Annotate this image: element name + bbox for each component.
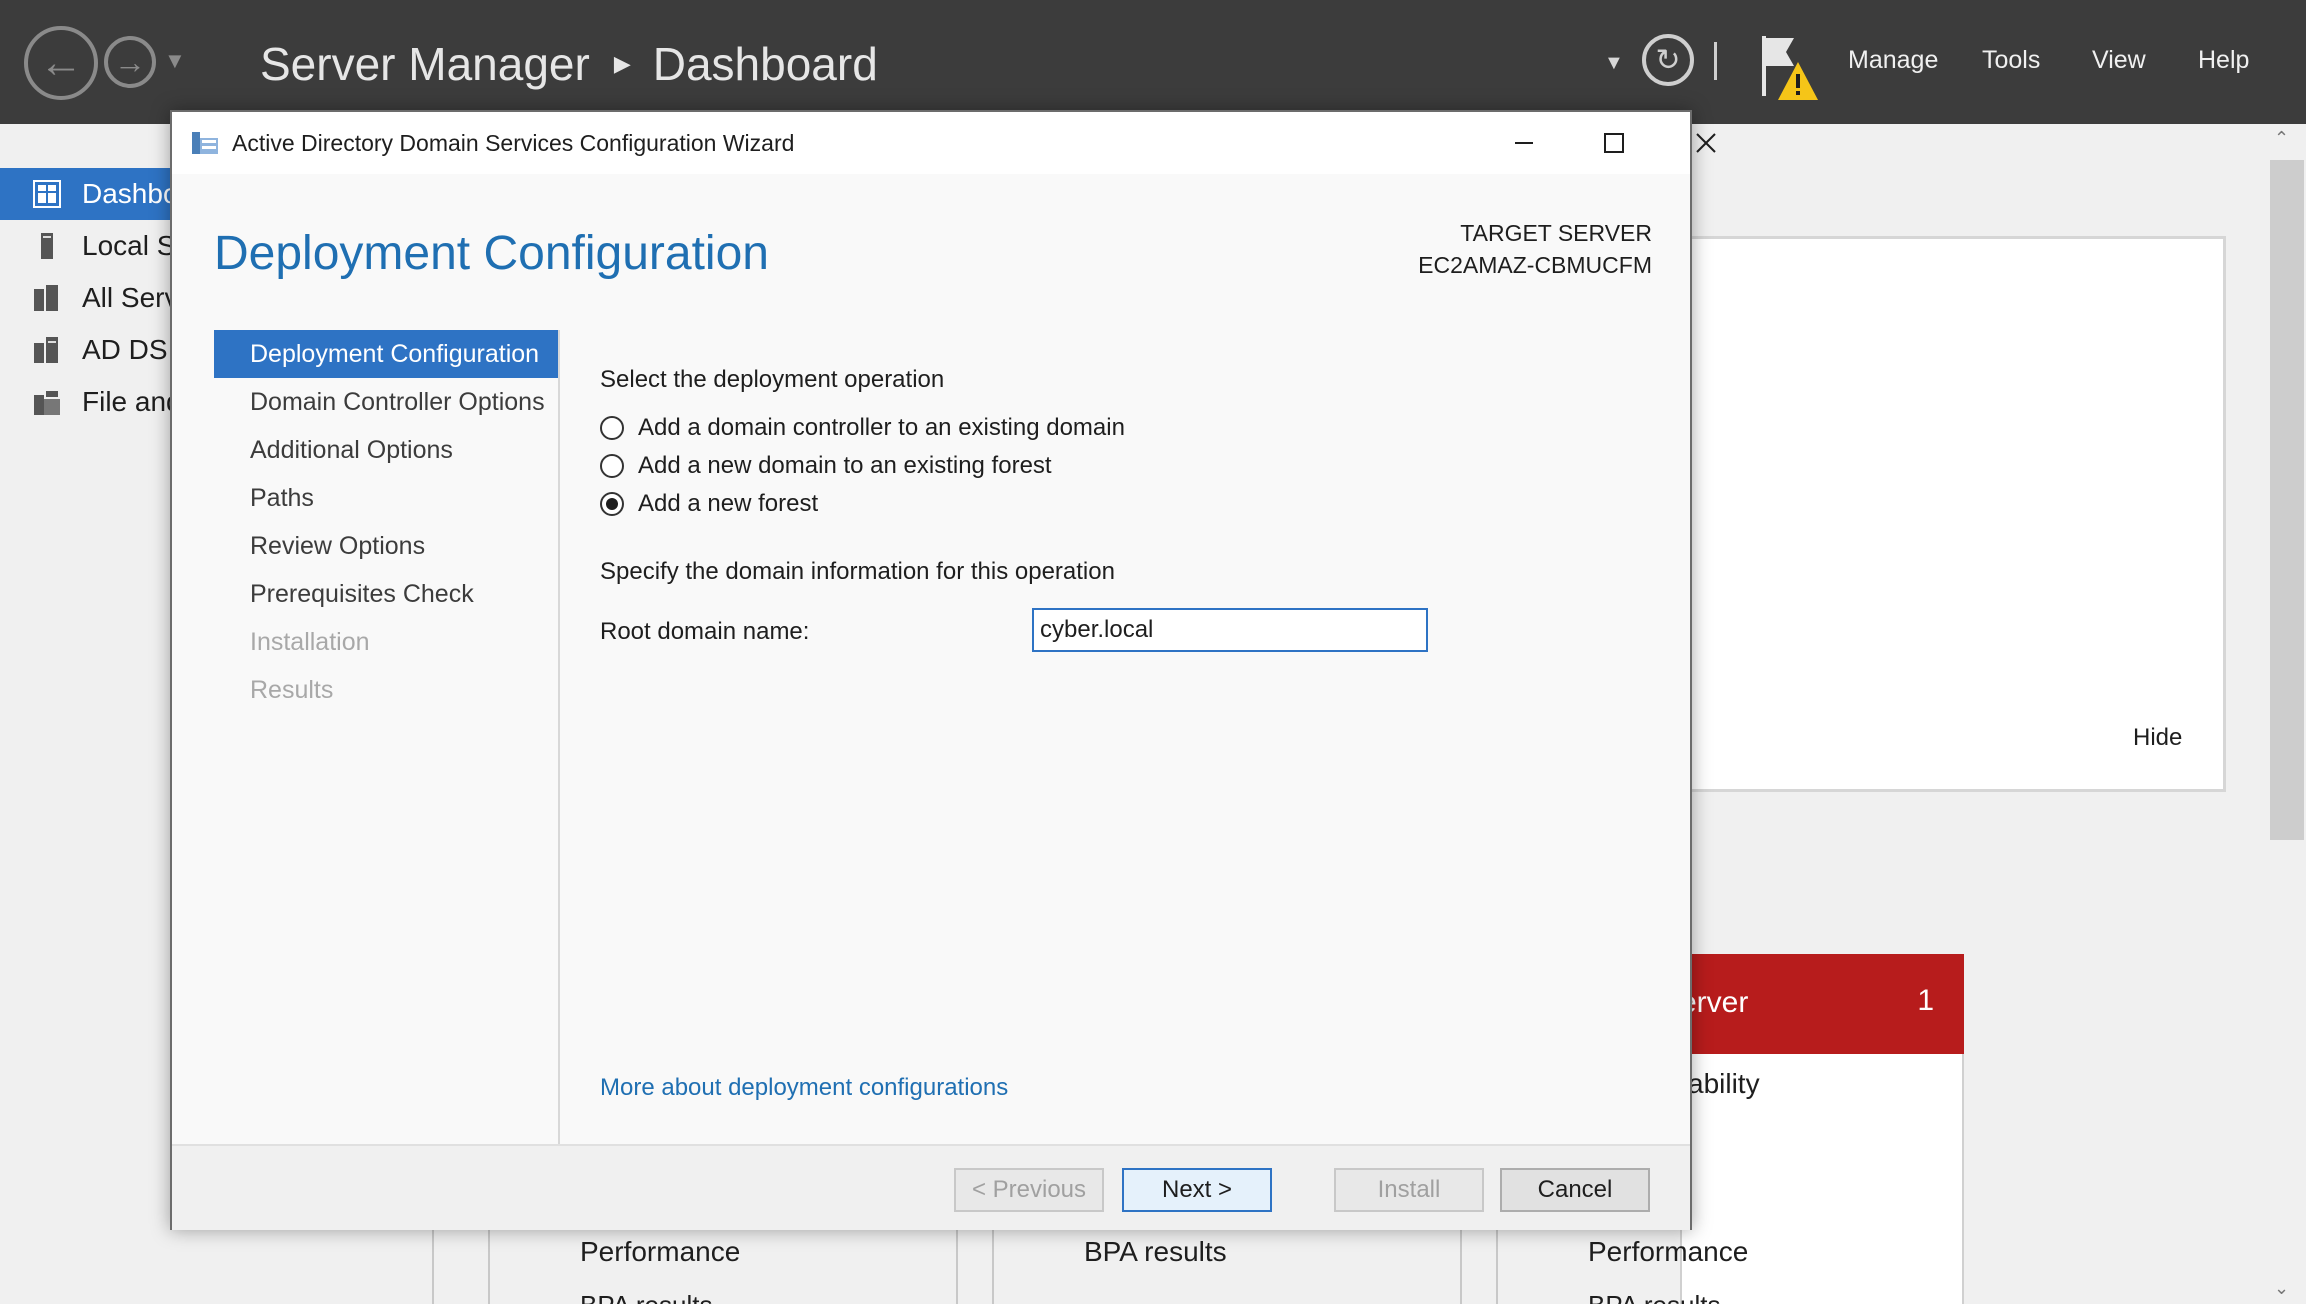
refresh-icon[interactable]: ↻ [1642, 34, 1694, 86]
all-servers-icon [34, 285, 58, 311]
breadcrumb: Server Manager ▶ Dashboard [260, 34, 878, 94]
column-divider [992, 1230, 994, 1304]
column-divider [432, 1230, 434, 1304]
ad-ds-configuration-wizard: Active Directory Domain Services Configu… [170, 110, 1716, 1230]
toolbar-dropdown-icon[interactable]: ▼ [1604, 52, 1624, 75]
radio-add-dc-existing-domain[interactable]: Add a domain controller to an existing d… [600, 414, 1125, 442]
back-arrow-icon[interactable]: ← [24, 26, 98, 100]
radio-label: Add a domain controller to an existing d… [638, 414, 1125, 441]
hide-link[interactable]: Hide [2133, 724, 2182, 752]
sidebar-item-label: AD DS [82, 334, 168, 365]
radio-add-new-forest[interactable]: Add a new forest [600, 490, 818, 518]
minimize-icon[interactable] [1490, 118, 1558, 168]
root-domain-label: Root domain name: [600, 618, 810, 645]
step-prerequisites-check[interactable]: Prerequisites Check [214, 570, 560, 618]
sidebar-item-all-servers[interactable]: All Servers [0, 272, 180, 324]
radio-button-selected[interactable] [600, 492, 624, 516]
dialog-title: Active Directory Domain Services Configu… [232, 130, 795, 156]
maximize-icon[interactable] [1580, 118, 1648, 168]
breadcrumb-separator-icon: ▶ [613, 51, 631, 76]
root-domain-input[interactable] [1032, 608, 1428, 652]
radio-button[interactable] [600, 454, 624, 478]
menu-view[interactable]: View [2092, 46, 2146, 75]
tile-bpa-results[interactable]: BPA results [1588, 1290, 1720, 1304]
domain-info-label: Specify the domain information for this … [600, 558, 1115, 585]
next-button[interactable]: Next > [1122, 1168, 1272, 1212]
sidebar-item-label: File and Storage Services [82, 386, 180, 417]
step-deployment-configuration[interactable]: Deployment Configuration [214, 330, 560, 378]
operation-section-label: Select the deployment operation [600, 366, 945, 393]
breadcrumb-page: Dashboard [652, 38, 878, 90]
dashboard-icon [33, 180, 61, 208]
install-button[interactable]: Install [1334, 1168, 1484, 1212]
card-item-manageability[interactable]: ability [1688, 1068, 1760, 1100]
tile-bpa-results[interactable]: BPA results [1084, 1236, 1227, 1268]
radio-label: Add a new forest [638, 490, 819, 517]
target-server-name: EC2AMAZ-CBMUCFM [1418, 252, 1652, 278]
more-about-link[interactable]: More about deployment configurations [600, 1074, 1008, 1102]
column-divider [1460, 1230, 1462, 1304]
tile-bpa-results[interactable]: BPA results [580, 1290, 712, 1304]
tile-performance[interactable]: Performance [1588, 1236, 1748, 1268]
wizard-app-icon [192, 132, 218, 154]
step-additional-options[interactable]: Additional Options [214, 426, 560, 474]
page-title: Deployment Configuration [214, 227, 769, 280]
sidebar-item-ad-ds[interactable]: AD DS [0, 324, 180, 376]
welcome-panel [1680, 236, 2226, 792]
sidebar-item-local-server[interactable]: Local Server [0, 220, 180, 272]
column-divider [956, 1230, 958, 1304]
steps-divider [558, 330, 560, 1214]
radio-add-domain-existing-forest[interactable]: Add a new domain to an existing forest [600, 452, 1052, 480]
step-results: Results [250, 675, 334, 704]
sidebar-item-label: All Servers [82, 282, 180, 313]
menu-manage[interactable]: Manage [1848, 46, 1938, 75]
dialog-footer: < Previous Next > Install Cancel [172, 1144, 1690, 1230]
column-divider [1496, 1230, 1498, 1304]
file-storage-icon [34, 391, 60, 415]
card-count: 1 [1917, 984, 1934, 1017]
sidebar-item-dashboard[interactable]: Dashboard [0, 168, 180, 220]
step-installation: Installation [250, 627, 370, 656]
previous-button[interactable]: < Previous [954, 1168, 1104, 1212]
forward-arrow-icon[interactable]: → [104, 36, 156, 88]
breadcrumb-app: Server Manager [260, 38, 590, 90]
history-dropdown-icon[interactable]: ▼ [164, 48, 186, 74]
wizard-steps-nav: Deployment Configuration Domain Controll… [214, 330, 560, 714]
toolbar-divider [1714, 42, 1717, 80]
menu-tools[interactable]: Tools [1982, 46, 2040, 75]
target-server-label: TARGET SERVER [1460, 220, 1652, 246]
scrollbar-thumb[interactable] [2270, 160, 2304, 840]
step-domain-controller-options[interactable]: Domain Controller Options [214, 378, 560, 426]
scroll-down-icon[interactable]: ⌄ [2274, 1278, 2289, 1299]
menu-help[interactable]: Help [2198, 46, 2249, 75]
radio-button[interactable] [600, 416, 624, 440]
dialog-titlebar[interactable]: Active Directory Domain Services Configu… [172, 112, 1716, 174]
step-paths[interactable]: Paths [214, 474, 560, 522]
sidebar-item-label: Dashboard [82, 178, 180, 209]
column-divider [488, 1230, 490, 1304]
local-server-icon [41, 233, 53, 259]
radio-label: Add a new domain to an existing forest [638, 452, 1052, 479]
tile-performance[interactable]: Performance [580, 1236, 740, 1268]
server-status-card[interactable]: erver 1 [1680, 954, 1964, 1054]
notifications-flag-icon[interactable] [1756, 32, 1822, 104]
scroll-up-icon[interactable]: ⌃ [2274, 128, 2289, 149]
server-manager-sidebar: Dashboard Local Server All Servers AD DS… [0, 124, 180, 1304]
step-review-options[interactable]: Review Options [214, 522, 560, 570]
server-manager-titlebar: ← → ▼ Server Manager ▶ Dashboard ▼ ↻ Man… [0, 0, 2306, 124]
sidebar-item-file-storage[interactable]: File and Storage Services [0, 376, 180, 428]
sidebar-item-label: Local Server [82, 230, 180, 261]
cancel-button[interactable]: Cancel [1500, 1168, 1650, 1212]
radio-selected-dot [606, 498, 618, 510]
ad-ds-icon [34, 337, 58, 363]
close-icon[interactable] [1672, 118, 1740, 168]
